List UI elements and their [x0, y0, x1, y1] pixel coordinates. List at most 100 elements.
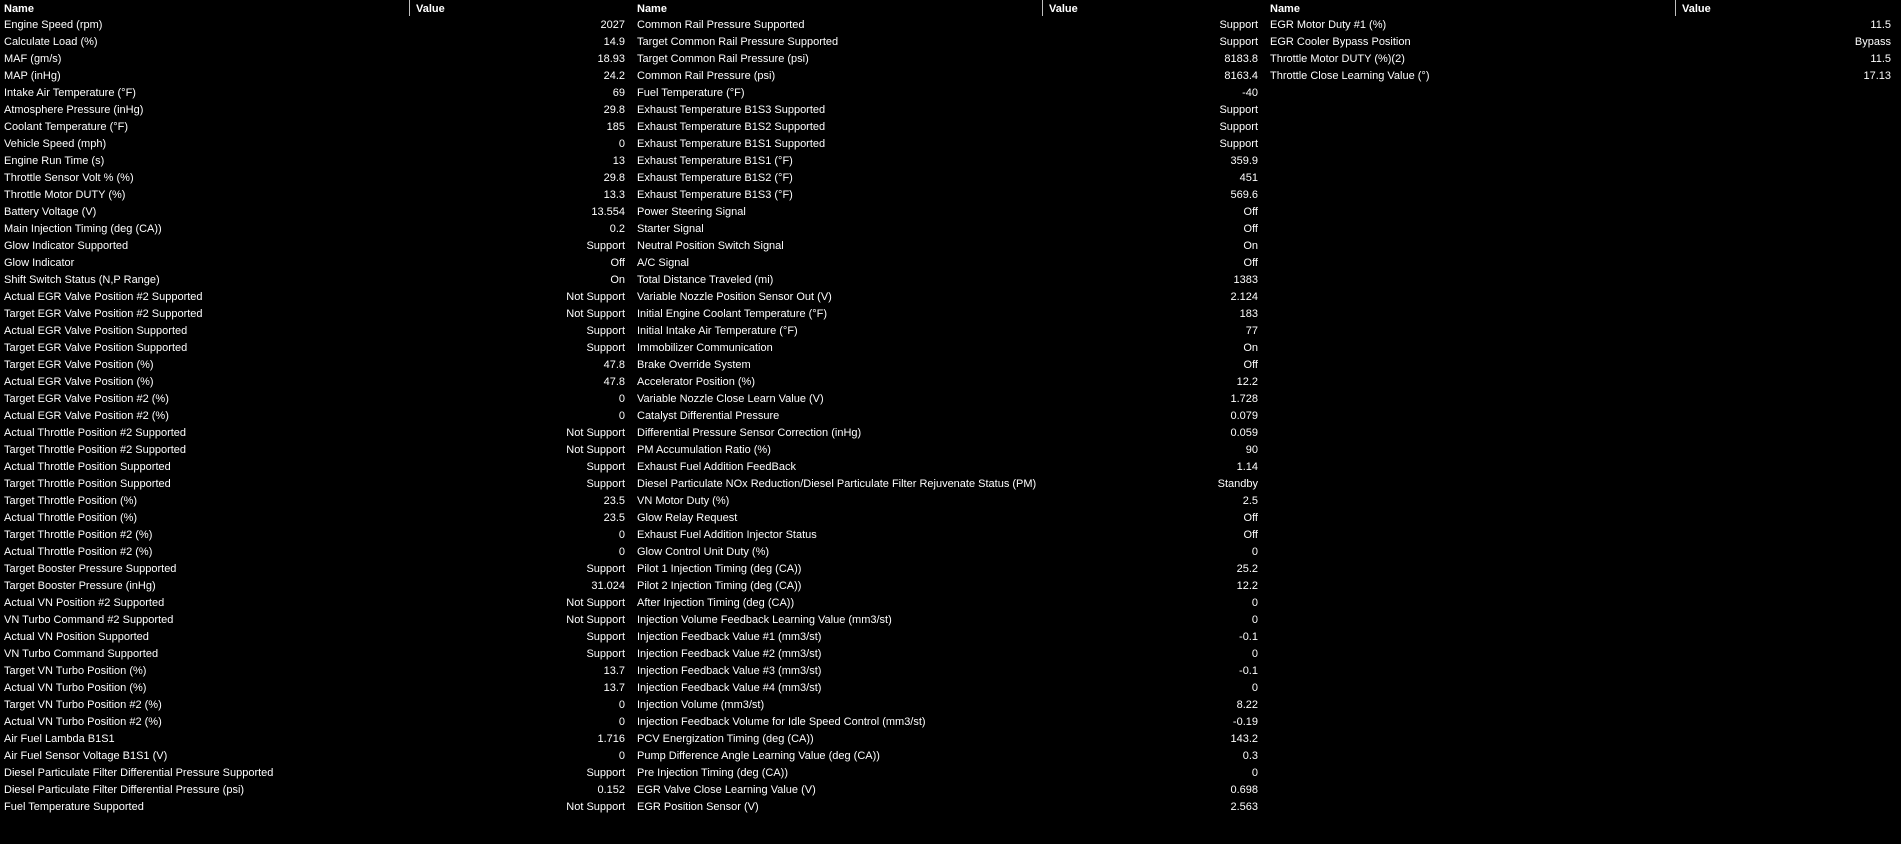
data-row[interactable]: Glow Control Unit Duty (%) 0	[633, 544, 1266, 561]
data-row[interactable]: Actual Throttle Position Supported Suppor…	[0, 459, 633, 476]
data-row[interactable]: Injection Feedback Volume for Idle Speed…	[633, 714, 1266, 731]
data-row[interactable]: Brake Override System Off	[633, 357, 1266, 374]
data-row[interactable]: Atmosphere Pressure (inHg) 29.8	[0, 102, 633, 119]
data-row[interactable]: Engine Speed (rpm) 2027	[0, 17, 633, 34]
data-row[interactable]: Variable Nozzle Position Sensor Out (V) 2…	[633, 289, 1266, 306]
data-row[interactable]: Air Fuel Sensor Voltage B1S1 (V) 0	[0, 748, 633, 765]
data-row[interactable]: Initial Engine Coolant Temperature (°F) 1…	[633, 306, 1266, 323]
data-row[interactable]: Exhaust Fuel Addition FeedBack 1.14	[633, 459, 1266, 476]
data-row[interactable]: Pilot 2 Injection Timing (deg (CA)) 12.2	[633, 578, 1266, 595]
data-row[interactable]: Injection Feedback Value #4 (mm3/st) 0	[633, 680, 1266, 697]
data-row[interactable]: VN Turbo Command #2 Supported Not Support	[0, 612, 633, 629]
data-row[interactable]: Target Booster Pressure (inHg) 31.024	[0, 578, 633, 595]
data-row[interactable]: Exhaust Temperature B1S2 (°F) 451	[633, 170, 1266, 187]
data-row[interactable]: Power Steering Signal Off	[633, 204, 1266, 221]
data-row[interactable]: VN Motor Duty (%) 2.5	[633, 493, 1266, 510]
data-row[interactable]: Diesel Particulate NOx Reduction/Diesel …	[633, 476, 1266, 493]
data-row[interactable]: Exhaust Fuel Addition Injector Status Off	[633, 527, 1266, 544]
data-row[interactable]: Throttle Motor DUTY (%)(2) 11.5	[1266, 51, 1901, 68]
data-row[interactable]: Calculate Load (%) 14.9	[0, 34, 633, 51]
data-row[interactable]: Target EGR Valve Position #2 Supported No…	[0, 306, 633, 323]
data-row[interactable]: Diesel Particulate Filter Differential P…	[0, 765, 633, 782]
data-row[interactable]: Actual VN Turbo Position #2 (%) 0	[0, 714, 633, 731]
data-row[interactable]: Pre Injection Timing (deg (CA)) 0	[633, 765, 1266, 782]
data-row[interactable]: Actual EGR Valve Position (%) 47.8	[0, 374, 633, 391]
data-row[interactable]: MAF (gm/s) 18.93	[0, 51, 633, 68]
data-row[interactable]: EGR Cooler Bypass Position Bypass	[1266, 34, 1901, 51]
value-column-header[interactable]: Value	[416, 3, 445, 15]
data-row[interactable]: Throttle Motor DUTY (%) 13.3	[0, 187, 633, 204]
data-row[interactable]: Target EGR Valve Position (%) 47.8	[0, 357, 633, 374]
data-row[interactable]: Neutral Position Switch Signal On	[633, 238, 1266, 255]
data-row[interactable]: PCV Energization Timing (deg (CA)) 143.2	[633, 731, 1266, 748]
data-row[interactable]: Vehicle Speed (mph) 0	[0, 136, 633, 153]
data-row[interactable]: Exhaust Temperature B1S3 Supported Suppor…	[633, 102, 1266, 119]
data-row[interactable]: Exhaust Temperature B1S1 Supported Suppor…	[633, 136, 1266, 153]
data-row[interactable]: Actual VN Position Supported Support	[0, 629, 633, 646]
data-row[interactable]: Glow Relay Request Off	[633, 510, 1266, 527]
data-row[interactable]: Target Throttle Position #2 (%) 0	[0, 527, 633, 544]
data-row[interactable]: Target EGR Valve Position Supported Suppo…	[0, 340, 633, 357]
data-row[interactable]: Fuel Temperature Supported Not Support	[0, 799, 633, 816]
data-row[interactable]: Target EGR Valve Position #2 (%) 0	[0, 391, 633, 408]
data-row[interactable]: Immobilizer Communication On	[633, 340, 1266, 357]
data-row[interactable]: Injection Feedback Value #2 (mm3/st) 0	[633, 646, 1266, 663]
data-row[interactable]: Throttle Close Learning Value (°) 17.13	[1266, 68, 1901, 85]
data-row[interactable]: Actual EGR Valve Position #2 (%) 0	[0, 408, 633, 425]
data-row[interactable]: Target Common Rail Pressure Supported Sup…	[633, 34, 1266, 51]
data-row[interactable]: Intake Air Temperature (°F) 69	[0, 85, 633, 102]
data-row[interactable]: VN Turbo Command Supported Support	[0, 646, 633, 663]
data-row[interactable]: Shift Switch Status (N,P Range) On	[0, 272, 633, 289]
data-row[interactable]: Actual VN Position #2 Supported Not Suppo…	[0, 595, 633, 612]
data-row[interactable]: Injection Feedback Value #1 (mm3/st) -0.1	[633, 629, 1266, 646]
data-row[interactable]: Target Booster Pressure Supported Support	[0, 561, 633, 578]
data-row[interactable]: MAP (inHg) 24.2	[0, 68, 633, 85]
data-row[interactable]: Injection Feedback Value #3 (mm3/st) -0.1	[633, 663, 1266, 680]
column-resize-handle[interactable]	[1042, 0, 1043, 16]
data-row[interactable]: Common Rail Pressure Supported Support	[633, 17, 1266, 34]
data-row[interactable]: After Injection Timing (deg (CA)) 0	[633, 595, 1266, 612]
data-row[interactable]: Target VN Turbo Position #2 (%) 0	[0, 697, 633, 714]
data-row[interactable]: Main Injection Timing (deg (CA)) 0.2	[0, 221, 633, 238]
column-resize-handle[interactable]	[1675, 0, 1676, 16]
data-row[interactable]: Glow Indicator Supported Support	[0, 238, 633, 255]
data-row[interactable]: Throttle Sensor Volt % (%) 29.8	[0, 170, 633, 187]
data-row[interactable]: Pump Difference Angle Learning Value (de…	[633, 748, 1266, 765]
data-row[interactable]: Actual VN Turbo Position (%) 13.7	[0, 680, 633, 697]
data-row[interactable]: PM Accumulation Ratio (%) 90	[633, 442, 1266, 459]
data-row[interactable]: Common Rail Pressure (psi) 8163.4	[633, 68, 1266, 85]
data-row[interactable]: EGR Motor Duty #1 (%) 11.5	[1266, 17, 1901, 34]
data-row[interactable]: Battery Voltage (V) 13.554	[0, 204, 633, 221]
data-row[interactable]: Actual EGR Valve Position Supported Suppo…	[0, 323, 633, 340]
data-row[interactable]: Catalyst Differential Pressure 0.079	[633, 408, 1266, 425]
data-row[interactable]: Target Throttle Position #2 Supported Not…	[0, 442, 633, 459]
data-row[interactable]: Differential Pressure Sensor Correction …	[633, 425, 1266, 442]
data-row[interactable]: EGR Position Sensor (V) 2.563	[633, 799, 1266, 816]
name-column-header[interactable]: Name	[1270, 3, 1300, 15]
data-row[interactable]: Target Common Rail Pressure (psi) 8183.8	[633, 51, 1266, 68]
data-row[interactable]: Actual Throttle Position #2 Supported Not…	[0, 425, 633, 442]
data-row[interactable]: Variable Nozzle Close Learn Value (V) 1.7…	[633, 391, 1266, 408]
data-row[interactable]: Injection Volume Feedback Learning Value…	[633, 612, 1266, 629]
value-column-header[interactable]: Value	[1049, 3, 1078, 15]
data-row[interactable]: Coolant Temperature (°F) 185	[0, 119, 633, 136]
data-row[interactable]: Actual Throttle Position (%) 23.5	[0, 510, 633, 527]
data-row[interactable]: Target Throttle Position (%) 23.5	[0, 493, 633, 510]
data-row[interactable]: Accelerator Position (%) 12.2	[633, 374, 1266, 391]
data-row[interactable]: Actual EGR Valve Position #2 Supported No…	[0, 289, 633, 306]
data-row[interactable]: Glow Indicator Off	[0, 255, 633, 272]
data-row[interactable]: Injection Volume (mm3/st) 8.22	[633, 697, 1266, 714]
value-column-header[interactable]: Value	[1682, 3, 1711, 15]
data-row[interactable]: Starter Signal Off	[633, 221, 1266, 238]
data-row[interactable]: Exhaust Temperature B1S3 (°F) 569.6	[633, 187, 1266, 204]
column-resize-handle[interactable]	[409, 0, 410, 16]
data-row[interactable]: Pilot 1 Injection Timing (deg (CA)) 25.2	[633, 561, 1266, 578]
data-row[interactable]: Actual Throttle Position #2 (%) 0	[0, 544, 633, 561]
data-row[interactable]: EGR Valve Close Learning Value (V) 0.698	[633, 782, 1266, 799]
name-column-header[interactable]: Name	[4, 3, 34, 15]
data-row[interactable]: Fuel Temperature (°F) -40	[633, 85, 1266, 102]
data-row[interactable]: Target VN Turbo Position (%) 13.7	[0, 663, 633, 680]
data-row[interactable]: Engine Run Time (s) 13	[0, 153, 633, 170]
data-row[interactable]: Initial Intake Air Temperature (°F) 77	[633, 323, 1266, 340]
data-row[interactable]: Total Distance Traveled (mi) 1383	[633, 272, 1266, 289]
